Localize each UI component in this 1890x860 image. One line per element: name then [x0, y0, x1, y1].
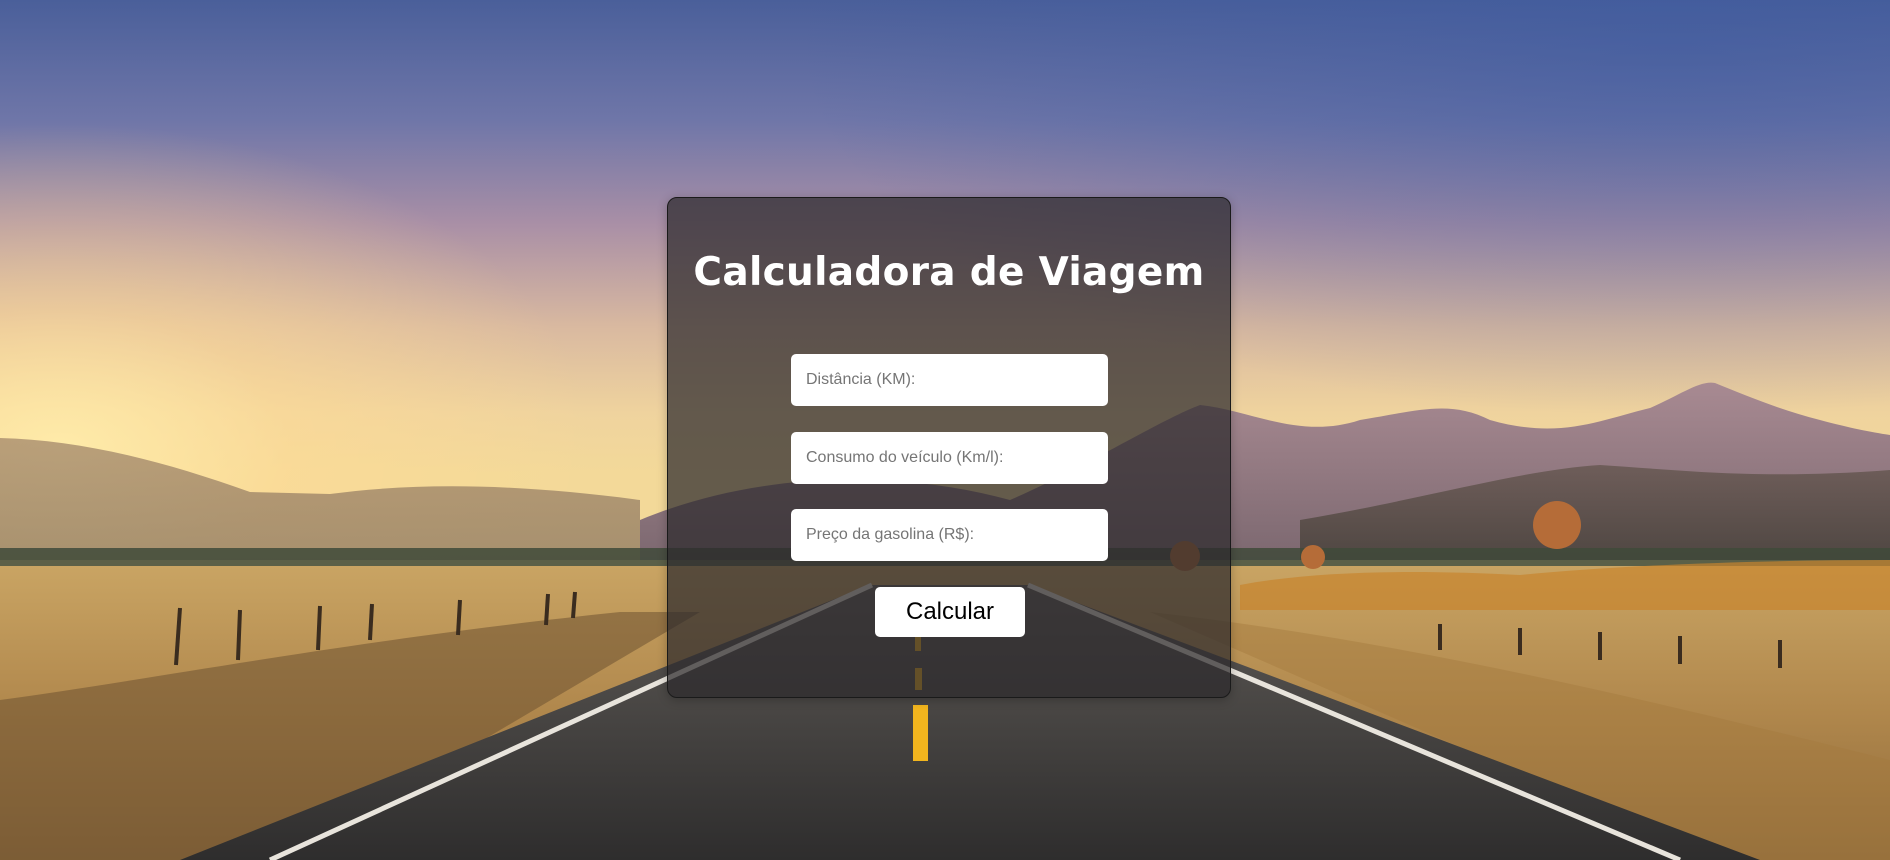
consumption-input[interactable] [791, 432, 1108, 484]
left-hills [0, 438, 640, 560]
calculate-button[interactable]: Calcular [875, 587, 1025, 637]
distance-input[interactable] [791, 354, 1108, 406]
page-title: Calculadora de Viagem [693, 250, 1205, 295]
center-dash [913, 705, 928, 761]
gas-price-input[interactable] [791, 509, 1108, 561]
background-landscape: Calculadora de Viagem Calcular [0, 0, 1890, 860]
calculator-card: Calculadora de Viagem Calcular [667, 197, 1231, 698]
